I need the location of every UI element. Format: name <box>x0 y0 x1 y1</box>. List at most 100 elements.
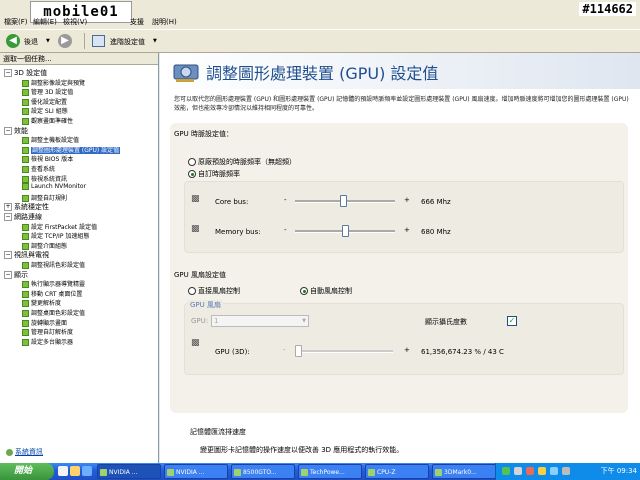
tree-item-label: 旋轉顯示畫面 <box>31 319 68 327</box>
gpu-select[interactable]: 1 ▼ <box>211 315 309 327</box>
tree-item[interactable]: 管理 3D 設定值 <box>22 87 74 97</box>
tree-item[interactable]: 設定 FirstPacket 設定值 <box>22 222 97 231</box>
tree-item[interactable]: 優化設定配置 <box>22 97 67 106</box>
radio-custom-clock[interactable]: 自訂時脈頻率 <box>188 169 240 179</box>
tree-item[interactable]: 設定 SLI 組態 <box>22 106 68 116</box>
tree-item[interactable]: 觀察畫面準確性 <box>22 116 73 125</box>
tree-category[interactable]: − 視訊與電視 <box>4 250 49 260</box>
tree-item-label: 顯示 <box>14 270 28 279</box>
tree-item[interactable]: 調整桌面色彩設定值 <box>22 308 85 317</box>
back-button-label[interactable]: 後退 <box>24 37 38 47</box>
tree-category[interactable]: − 效能 <box>4 126 28 136</box>
tree-item[interactable]: 移動 CRT 桌面位置 <box>22 289 82 298</box>
system-info-link[interactable]: 系統資訊 <box>6 447 43 457</box>
taskbar-window-button[interactable]: CPU-Z <box>365 464 429 479</box>
task-icon <box>22 233 29 241</box>
radio-direct-fan-dot[interactable] <box>188 287 196 295</box>
tree-item-label: 設定 TCP/IP 加速組態 <box>31 233 90 241</box>
collapse-icon[interactable]: − <box>4 270 12 279</box>
tree-item[interactable]: 調整圖形處理裝置 (GPU) 設定值 <box>22 145 121 154</box>
back-arrow-icon[interactable]: ◀ <box>6 34 20 48</box>
core-bus-slider-thumb[interactable] <box>340 195 347 207</box>
menu-file[interactable]: 檔案(F) <box>4 17 28 27</box>
settings-grid-icon[interactable] <box>92 35 105 47</box>
radio-direct-fan[interactable]: 直接風扇控制 <box>188 286 240 296</box>
core-bus-label: Core bus: <box>215 198 249 206</box>
advanced-dropdown-icon[interactable]: ▼ <box>153 38 157 44</box>
tree-item[interactable]: Launch NVMonitor <box>22 183 86 191</box>
tree-item[interactable]: 查看系統 <box>22 164 55 173</box>
tree-item[interactable]: 檢視系統資訊 <box>22 174 67 183</box>
system-info-label[interactable]: 系統資訊 <box>15 448 43 456</box>
gpu-card-icon <box>173 64 199 82</box>
tree-category[interactable]: −3D 設定值 <box>4 68 47 78</box>
menu-help[interactable]: 說明(H) <box>152 17 177 27</box>
quicklaunch-ie-icon[interactable] <box>58 466 68 476</box>
quicklaunch-desktop-icon[interactable] <box>82 466 92 476</box>
task-icon <box>22 281 29 289</box>
tray-nvidia-icon[interactable] <box>502 467 510 475</box>
tree-item[interactable]: 調整主機板設定值 <box>22 135 79 145</box>
tree-item[interactable]: 執行顯示器導覽精靈 <box>22 279 85 289</box>
collapse-icon[interactable]: − <box>4 69 12 77</box>
tree-item-label: 網路連線 <box>14 213 42 221</box>
tree-item-label: 優化設定配置 <box>31 98 68 106</box>
taskbar-window-button[interactable]: NVIDIA ... <box>97 464 161 479</box>
tree-item[interactable]: 旋轉顯示畫面 <box>22 318 67 327</box>
memory-decrease-button[interactable]: - <box>284 226 287 234</box>
core-decrease-button[interactable]: - <box>284 196 287 204</box>
collapse-icon[interactable]: − <box>4 126 12 135</box>
tray-volume-icon[interactable] <box>538 467 546 475</box>
core-increase-button[interactable]: + <box>404 196 410 204</box>
radio-custom-clock-label: 自訂時脈頻率 <box>198 170 240 178</box>
tray-antivirus-icon[interactable] <box>526 467 534 475</box>
forward-arrow-icon[interactable]: ▶ <box>58 34 72 48</box>
tree-category[interactable]: + 系統穩定性 <box>4 202 49 212</box>
tree-item[interactable]: 調整視訊色彩設定值 <box>22 260 85 269</box>
tree-item[interactable]: 調整介面組態 <box>22 241 67 250</box>
taskbar-clock[interactable]: 下午 09:34 <box>601 463 637 480</box>
tree-item[interactable]: 調整影像設定與預覽 <box>22 78 85 87</box>
radio-default-clock-dot[interactable] <box>188 158 196 166</box>
tree-item-label: 管理 3D 設定值 <box>31 89 74 97</box>
advanced-settings-button[interactable]: 進階設定值 <box>110 37 145 47</box>
task-icon <box>22 194 29 202</box>
tree-item[interactable]: 設定多台顯示器 <box>22 337 73 346</box>
menu-edit[interactable]: 編輯(E) <box>33 17 57 27</box>
tree-category[interactable]: − 顯示 <box>4 270 28 280</box>
expand-icon[interactable]: + <box>4 203 12 212</box>
tree-item-label: 系統穩定性 <box>14 203 49 212</box>
tray-display-icon[interactable] <box>550 467 558 475</box>
menu-view[interactable]: 檢視(V) <box>63 17 87 27</box>
taskbar-window-button[interactable]: 8500GTO... <box>231 464 295 479</box>
tree-item[interactable]: 調整自訂規則 <box>22 193 67 202</box>
tree-item[interactable]: 設定 TCP/IP 加速組態 <box>22 231 90 241</box>
quicklaunch-folder-icon[interactable] <box>70 466 80 476</box>
taskbar-window-button[interactable]: NVIDIA ... <box>164 464 228 479</box>
gpu-select-value: 1 <box>214 317 219 325</box>
back-dropdown-icon[interactable]: ▼ <box>46 38 50 44</box>
radio-custom-clock-dot[interactable] <box>188 170 196 178</box>
tree-category[interactable]: − 網路連線 <box>4 212 42 222</box>
tree-item-label: 觀察畫面準確性 <box>31 118 74 125</box>
show-celsius-checkbox[interactable]: ✓ <box>507 316 517 326</box>
collapse-icon[interactable]: − <box>4 213 12 221</box>
tree-item[interactable]: 管理自訂解析度 <box>22 327 73 337</box>
tray-network-icon[interactable] <box>514 467 522 475</box>
memory-bus-slider-thumb[interactable] <box>342 225 349 237</box>
radio-default-clock[interactable]: 原廠預設的時脈頻率（無超頻） <box>188 157 296 167</box>
tree-item[interactable]: 檢視 BIOS 版本 <box>22 154 73 164</box>
tree-item-label: 調整桌面色彩設定值 <box>31 310 86 317</box>
tree-item[interactable]: 變更解析度 <box>22 298 61 308</box>
radio-auto-fan-dot[interactable] <box>300 287 308 295</box>
radio-auto-fan[interactable]: 自動風扇控制 <box>300 286 352 296</box>
collapse-icon[interactable]: − <box>4 251 12 260</box>
menu-support[interactable]: 支援 <box>130 17 144 27</box>
taskbar-window-button[interactable]: 3DMark0... <box>432 464 496 479</box>
memory-increase-button[interactable]: + <box>404 226 410 234</box>
task-icon <box>22 300 29 308</box>
memory-bus-section-title: 記憶體匯流排速度 <box>190 428 246 436</box>
taskbar-window-button[interactable]: TechPowe... <box>298 464 362 479</box>
tray-misc-icon[interactable] <box>562 467 570 475</box>
start-button[interactable]: 開始 <box>0 463 54 480</box>
